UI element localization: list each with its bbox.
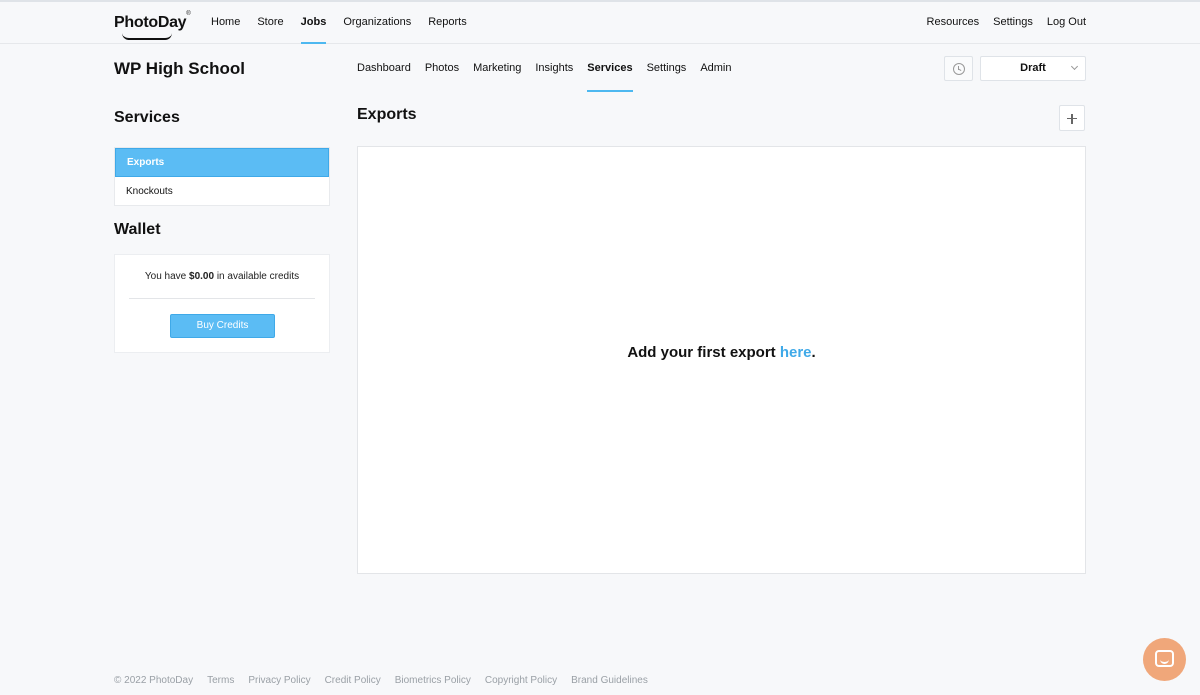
- tab-insights[interactable]: Insights: [535, 50, 573, 92]
- chat-launcher-button[interactable]: [1143, 638, 1186, 681]
- logo-smile-icon: [122, 33, 172, 40]
- job-status-select[interactable]: Draft: [980, 56, 1086, 81]
- chevron-down-icon: [1070, 62, 1079, 71]
- nav-home[interactable]: Home: [211, 2, 240, 44]
- wallet-text-before: You have: [144, 271, 190, 282]
- footer-link-biometrics[interactable]: Biometrics Policy: [395, 675, 471, 686]
- photoday-logo[interactable]: PhotoDay®: [114, 10, 191, 40]
- exports-title: Exports: [357, 106, 417, 123]
- main-nav: Home Store Jobs Organizations Reports: [211, 2, 484, 44]
- exports-panel: Add your first export here.: [357, 146, 1086, 574]
- tab-services[interactable]: Services: [587, 50, 633, 92]
- tab-dashboard[interactable]: Dashboard: [357, 50, 411, 92]
- footer-link-brand[interactable]: Brand Guidelines: [571, 675, 648, 686]
- tab-marketing[interactable]: Marketing: [473, 50, 521, 92]
- wallet-credits-text: You have $0.00 in available credits: [115, 271, 329, 282]
- footer-link-copyright[interactable]: Copyright Policy: [485, 675, 557, 686]
- services-menu: Exports Knockouts: [114, 147, 330, 206]
- sidebar-item-exports[interactable]: Exports: [115, 148, 329, 177]
- tab-settings[interactable]: Settings: [647, 50, 687, 92]
- empty-text-after: .: [811, 344, 816, 361]
- nav-organizations[interactable]: Organizations: [343, 2, 411, 44]
- footer: © 2022 PhotoDay Terms Privacy Policy Cre…: [114, 675, 662, 686]
- nav-resources[interactable]: Resources: [927, 2, 980, 44]
- nav-store[interactable]: Store: [257, 2, 283, 44]
- empty-state-message: Add your first export here.: [358, 344, 1085, 361]
- nav-jobs[interactable]: Jobs: [300, 2, 326, 44]
- job-tabs: Dashboard Photos Marketing Insights Serv…: [357, 50, 746, 92]
- add-export-link[interactable]: here: [780, 344, 812, 361]
- job-title: WP High School: [114, 59, 245, 78]
- footer-link-privacy[interactable]: Privacy Policy: [248, 675, 310, 686]
- top-navigation: PhotoDay® Home Store Jobs Organizations …: [0, 2, 1200, 44]
- nav-logout[interactable]: Log Out: [1047, 2, 1086, 44]
- logo-registered-mark: ®: [186, 10, 191, 17]
- services-title: Services: [114, 109, 180, 126]
- nav-settings[interactable]: Settings: [993, 2, 1033, 44]
- tab-photos[interactable]: Photos: [425, 50, 459, 92]
- add-export-button[interactable]: [1059, 105, 1085, 131]
- clock-icon: [953, 63, 965, 75]
- footer-copyright: © 2022 PhotoDay: [114, 675, 194, 686]
- footer-link-credit[interactable]: Credit Policy: [325, 675, 381, 686]
- sidebar-item-knockouts[interactable]: Knockouts: [115, 177, 329, 206]
- wallet-text-after: in available credits: [214, 271, 300, 282]
- buy-credits-button[interactable]: Buy Credits: [170, 314, 275, 338]
- wallet-divider: [129, 298, 315, 299]
- wallet-amount: $0.00: [189, 271, 215, 282]
- footer-link-terms[interactable]: Terms: [207, 675, 234, 686]
- empty-text-before: Add your first export: [627, 344, 780, 361]
- wallet-title: Wallet: [114, 221, 161, 238]
- job-status-value: Draft: [1020, 62, 1046, 74]
- account-nav: Resources Settings Log Out: [913, 2, 1086, 44]
- logo-text: PhotoDay: [114, 14, 187, 31]
- history-button[interactable]: [944, 56, 973, 81]
- wallet-card: You have $0.00 in available credits Buy …: [114, 254, 330, 353]
- chat-icon: [1155, 650, 1174, 667]
- nav-reports[interactable]: Reports: [428, 2, 467, 44]
- tab-admin[interactable]: Admin: [700, 50, 731, 92]
